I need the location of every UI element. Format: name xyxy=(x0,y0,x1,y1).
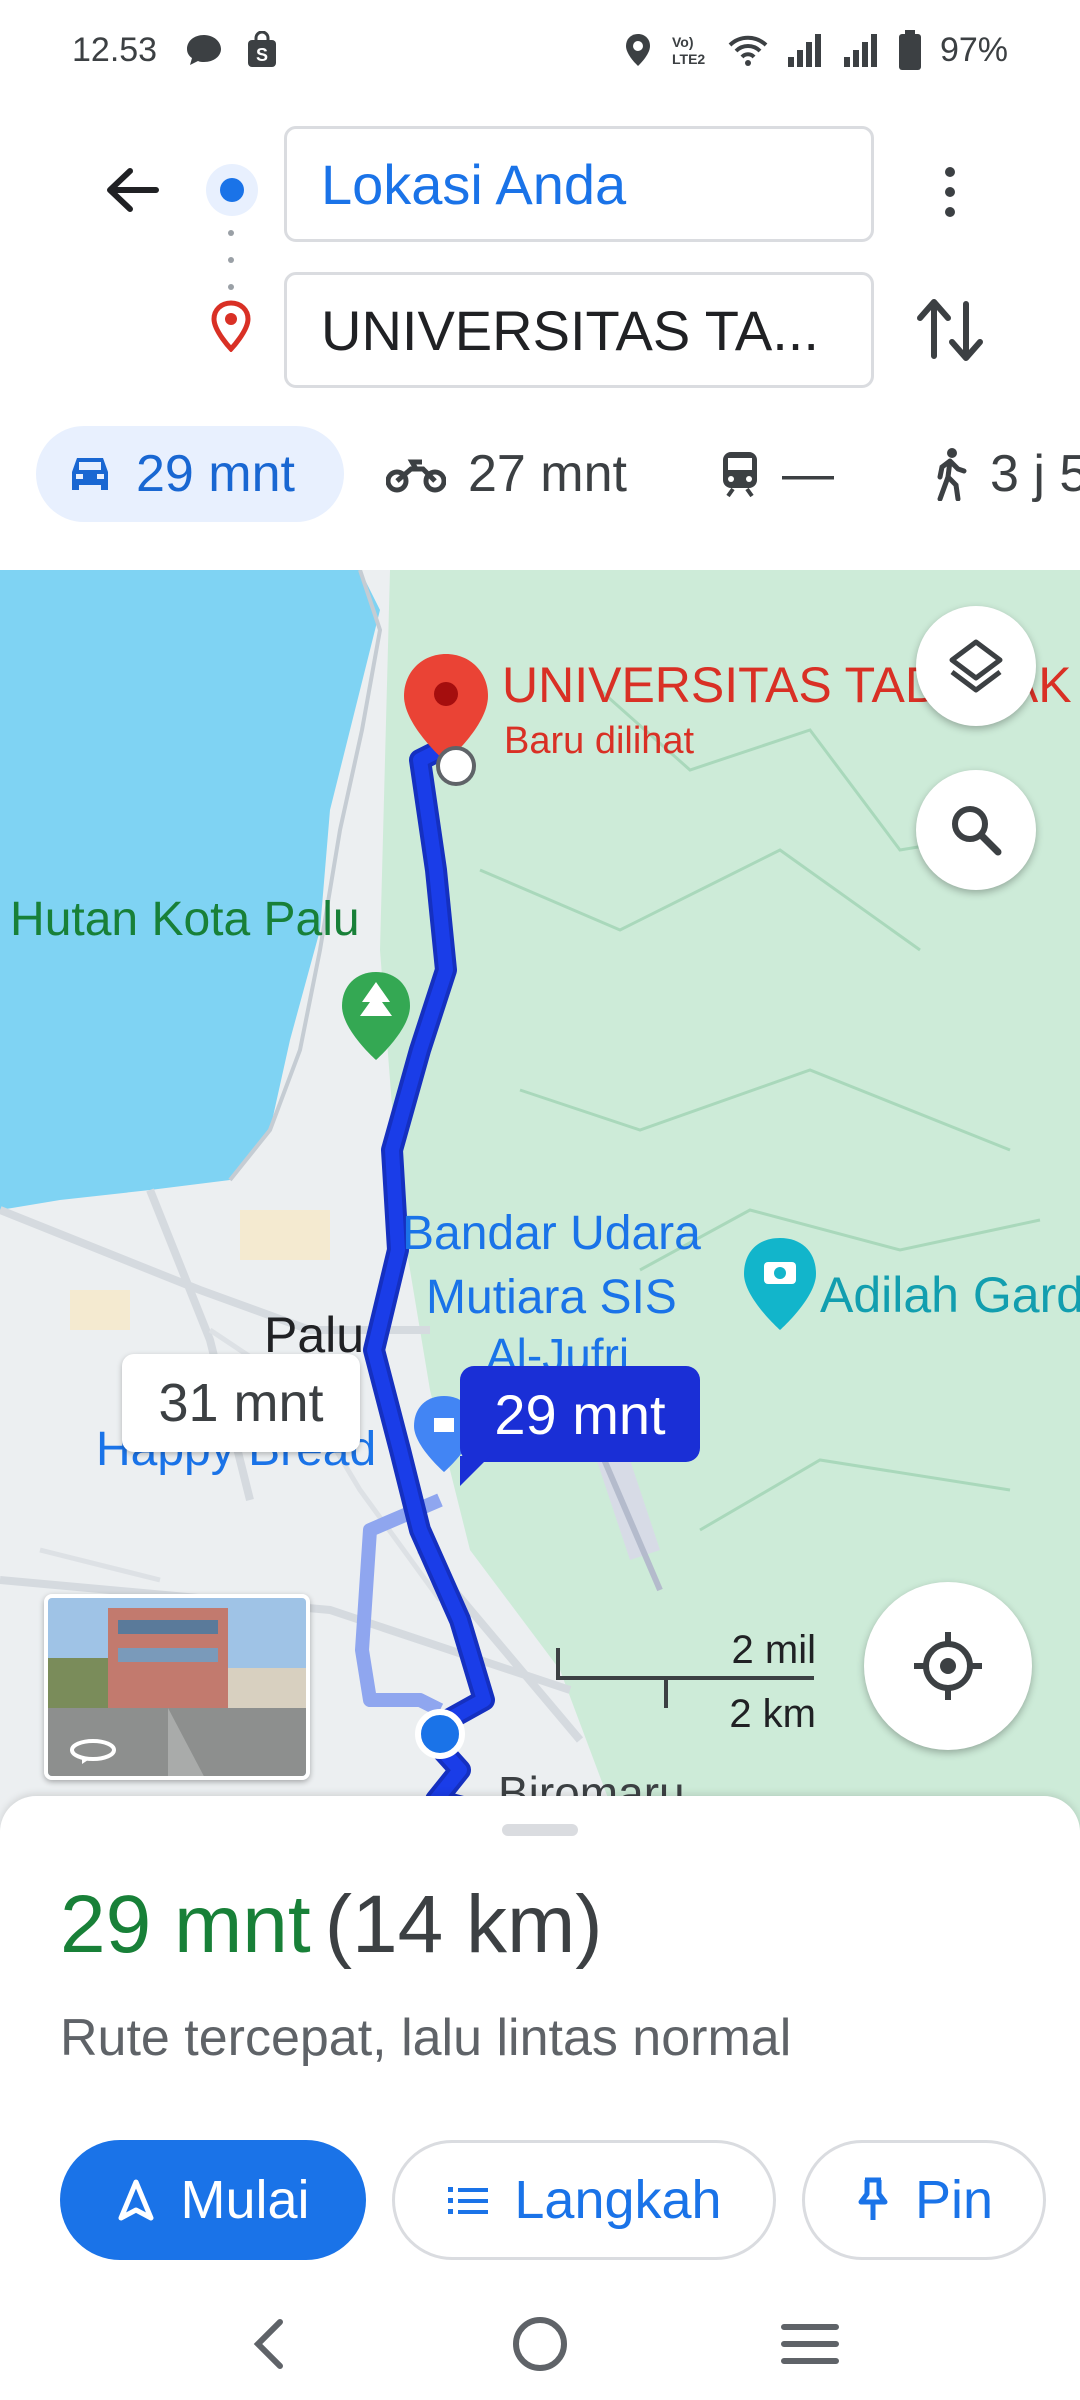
message-icon xyxy=(187,35,222,65)
place-label-adilah[interactable]: Adilah Gard xyxy=(820,1266,1080,1324)
airport-line-1: Bandar Udara xyxy=(402,1207,701,1260)
pin-button-label: Pin xyxy=(914,2170,994,2230)
arrow-back-icon xyxy=(107,168,159,212)
swap-vert-icon xyxy=(917,299,983,361)
motorcycle-icon xyxy=(386,459,446,493)
more-options-button[interactable] xyxy=(926,152,974,232)
shop-bag-icon: S xyxy=(248,31,277,67)
steps-button-label: Langkah xyxy=(514,2170,722,2230)
tab-walk-label: 3 j 5 xyxy=(990,445,1080,503)
wifi-icon xyxy=(728,35,768,66)
nav-recents-button[interactable] xyxy=(770,2304,850,2384)
alternate-route-eta[interactable]: 31 mnt xyxy=(122,1354,360,1452)
route-distance: (14 km) xyxy=(324,1879,603,1970)
my-location-icon xyxy=(914,1632,982,1700)
route-summary: 29 mnt (14 km) xyxy=(60,1878,603,1972)
search-along-route-button[interactable] xyxy=(916,770,1036,890)
origin-dot-icon xyxy=(206,164,258,216)
scale-mil-label: 2 mil xyxy=(731,1628,816,1672)
place-label-hutan[interactable]: n Hutan Kota Palu xyxy=(0,892,360,947)
tab-motorcycle-label: 27 mnt xyxy=(468,445,627,503)
nav-home-button[interactable] xyxy=(500,2304,580,2384)
map-scale: 2 mil 2 km xyxy=(556,1628,816,1736)
tab-walk[interactable]: 3 j 5 xyxy=(900,426,1080,522)
route-connector xyxy=(228,230,234,290)
home-circle-icon xyxy=(513,2317,567,2371)
signal-icon xyxy=(843,34,877,67)
status-time: 12.53 xyxy=(72,30,158,69)
airport-line-2: Mutiara SIS xyxy=(426,1271,677,1324)
start-button-label: Mulai xyxy=(180,2170,310,2230)
battery-icon xyxy=(898,30,921,70)
svg-text:S: S xyxy=(256,45,268,65)
start-button[interactable]: Mulai xyxy=(60,2140,366,2260)
search-icon xyxy=(952,806,1002,856)
map-view[interactable]: UNIVERSITAS TADULAK Baru dilihat n Hutan… xyxy=(0,570,1080,1830)
scale-km-label: 2 km xyxy=(729,1692,816,1736)
origin-input[interactable]: Lokasi Anda xyxy=(284,126,874,242)
navigation-arrow-icon xyxy=(118,2179,154,2221)
tab-transit[interactable]: — xyxy=(690,426,864,522)
tab-motorcycle[interactable]: 27 mnt xyxy=(356,426,657,522)
location-icon xyxy=(625,34,650,66)
sheet-drag-handle[interactable] xyxy=(502,1824,578,1836)
tab-car[interactable]: 29 mnt xyxy=(36,426,344,522)
directions-header: Lokasi Anda UNIVERSITAS TA... xyxy=(0,100,1080,400)
battery-percent: 97% xyxy=(939,30,1008,69)
swap-button[interactable] xyxy=(912,290,988,370)
system-nav-bar xyxy=(0,2280,1080,2400)
walk-icon xyxy=(937,448,967,501)
destination-input[interactable]: UNIVERSITAS TA... xyxy=(284,272,874,388)
street-view-thumbnail[interactable] xyxy=(44,1594,310,1780)
volte-icon: Vo)LTE2 xyxy=(672,34,705,67)
nav-back-button[interactable] xyxy=(230,2304,310,2384)
svg-text:LTE2: LTE2 xyxy=(672,51,705,67)
svg-text:Vo): Vo) xyxy=(672,34,694,50)
route-duration: 29 mnt xyxy=(60,1879,311,1970)
back-button[interactable] xyxy=(92,150,172,230)
status-bar: 12.53 S Vo) LTE2 97% xyxy=(0,0,1080,100)
layers-icon xyxy=(949,639,1003,693)
destination-pin-icon xyxy=(211,300,251,352)
signal-icon xyxy=(787,34,821,67)
tab-transit-label: — xyxy=(782,445,834,503)
layers-button[interactable] xyxy=(916,606,1036,726)
travel-mode-tabs: 29 mnt 27 mnt — 3 j 5 xyxy=(0,420,1080,530)
pin-button[interactable]: Pin xyxy=(802,2140,1046,2260)
train-icon xyxy=(723,452,757,498)
menu-lines-icon xyxy=(781,2324,839,2364)
car-icon xyxy=(72,458,108,490)
my-location-button[interactable] xyxy=(864,1582,1032,1750)
pin-icon xyxy=(858,2177,888,2220)
place-label-airport[interactable]: Bandar Udara Mutiara SIS xyxy=(402,1202,701,1330)
destination-sublabel: Baru dilihat xyxy=(504,720,695,762)
tab-car-label: 29 mnt xyxy=(136,445,295,503)
steps-button[interactable]: Langkah xyxy=(392,2140,776,2260)
chevron-left-icon xyxy=(253,2319,283,2369)
route-description: Rute tercepat, lalu lintas normal xyxy=(60,2009,792,2067)
main-route-eta[interactable]: 29 mnt xyxy=(460,1366,700,1486)
rotate-360-icon xyxy=(70,1739,116,1764)
list-icon xyxy=(448,2187,489,2214)
